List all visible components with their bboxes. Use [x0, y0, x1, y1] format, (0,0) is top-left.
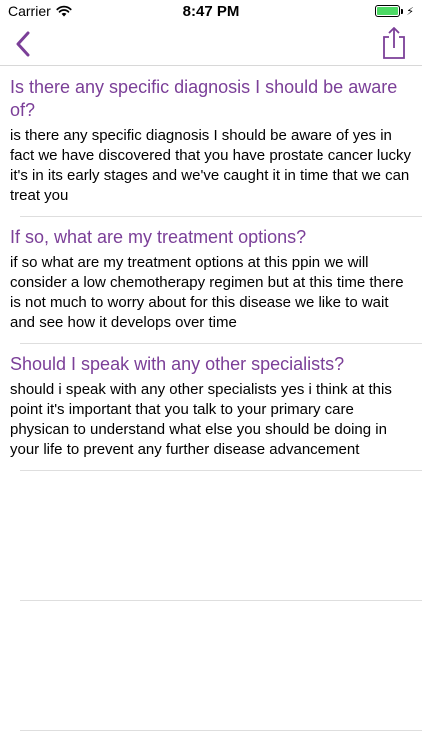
wifi-icon — [56, 5, 72, 17]
divider — [20, 730, 422, 731]
nav-bar — [0, 22, 422, 66]
status-right: ⚡ — [375, 5, 414, 18]
question-title: Should I speak with any other specialist… — [10, 354, 345, 374]
battery-cap — [401, 9, 404, 14]
charging-bolt-icon: ⚡ — [406, 5, 414, 18]
chevron-left-icon — [16, 31, 30, 57]
list-item[interactable]: Is there any specific diagnosis I should… — [0, 67, 422, 216]
status-bar: Carrier 8:47 PM ⚡ — [0, 0, 422, 22]
back-button[interactable] — [8, 28, 38, 60]
answer-text: should i speak with any other specialist… — [10, 381, 392, 458]
empty-row — [0, 601, 422, 730]
list-item[interactable]: If so, what are my treatment options? if… — [0, 217, 422, 343]
question-title: Is there any specific diagnosis I should… — [10, 77, 398, 120]
screen: Carrier 8:47 PM ⚡ Is there any specific … — [0, 0, 422, 750]
battery-icon — [375, 5, 404, 17]
share-icon — [383, 27, 405, 59]
battery-fill — [377, 7, 399, 15]
answer-text: is there any specific diagnosis I should… — [10, 127, 412, 204]
answer-text: if so what are my treatment options at t… — [10, 254, 404, 331]
empty-row — [0, 471, 422, 600]
question-title: If so, what are my treatment options? — [10, 227, 307, 247]
share-button[interactable] — [380, 26, 408, 60]
qa-list: Is there any specific diagnosis I should… — [0, 67, 422, 731]
carrier-label: Carrier — [8, 3, 51, 19]
status-left: Carrier — [8, 3, 72, 19]
list-item[interactable]: Should I speak with any other specialist… — [0, 344, 422, 470]
